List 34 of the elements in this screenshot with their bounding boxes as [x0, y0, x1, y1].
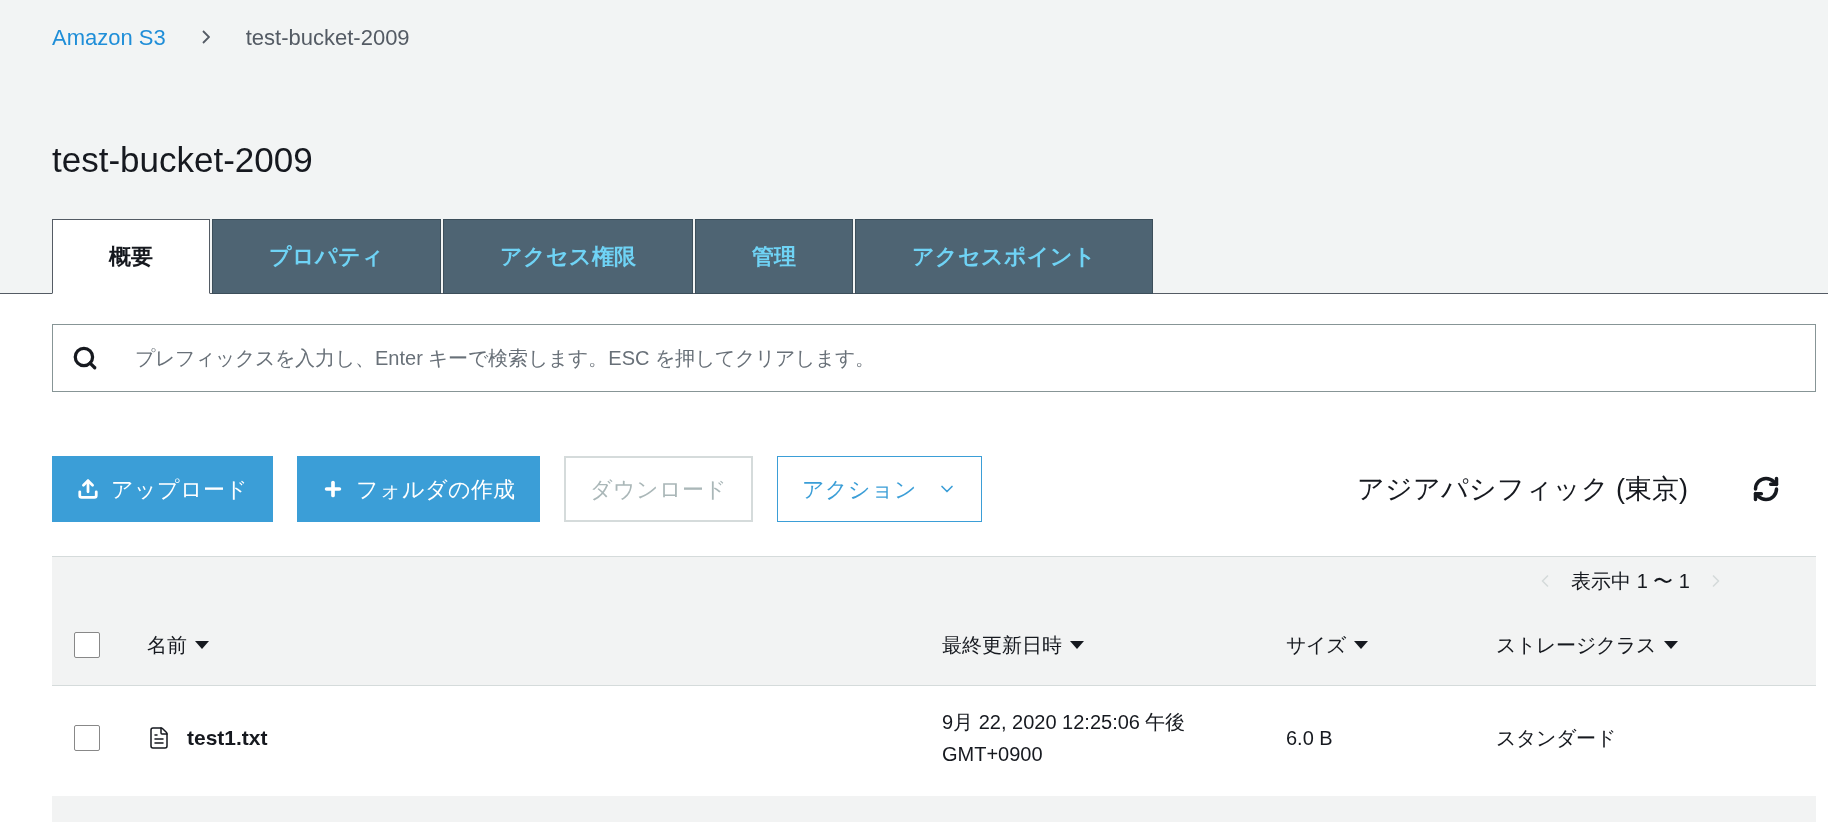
- separator-icon: [201, 30, 210, 44]
- page-title: test-bucket-2009: [52, 142, 314, 177]
- file-name-link[interactable]: test1.txt: [187, 722, 268, 754]
- table-cell-text: 6.0 B: [1286, 726, 1334, 751]
- table-cell-text: スタンダード: [1496, 726, 1617, 751]
- sort-caret-icon[interactable]: [1070, 640, 1084, 649]
- pagination-text: 表示中 1 〜 1: [1571, 568, 1690, 594]
- search-icon: [72, 345, 98, 371]
- actions-dropdown[interactable]: アクション: [777, 456, 982, 522]
- sort-caret-icon[interactable]: [1664, 640, 1678, 649]
- breadcrumb-link[interactable]: Amazon S3: [52, 20, 166, 54]
- checkbox[interactable]: [74, 631, 100, 658]
- plus-icon: [322, 478, 344, 500]
- checkbox[interactable]: [74, 725, 100, 751]
- tab[interactable]: アクセス権限: [443, 219, 693, 294]
- upload-icon: [77, 478, 99, 500]
- table-cell-text: 9月 22, 2020 12:25:06 午後 GMT+0900: [942, 710, 1187, 767]
- column-header[interactable]: サイズ: [1286, 629, 1346, 660]
- file-icon: [147, 726, 171, 750]
- column-header[interactable]: 名前: [147, 629, 187, 660]
- search-field[interactable]: プレフィックスを入力し、Enter キーで検索します。ESC を押してクリアします。: [52, 324, 1816, 392]
- region-label: アジアパシフィック (東京): [1356, 472, 1688, 506]
- toolbar-button[interactable]: アップロード: [52, 456, 273, 522]
- sort-caret-icon[interactable]: [195, 640, 209, 649]
- tab[interactable]: 管理: [695, 219, 853, 294]
- tab[interactable]: アクセスポイント: [855, 219, 1153, 294]
- column-header[interactable]: 最終更新日時: [942, 629, 1062, 660]
- tab[interactable]: プロパティ: [212, 219, 441, 294]
- sort-caret-icon[interactable]: [1354, 640, 1368, 649]
- refresh-icon[interactable]: [1752, 475, 1780, 503]
- toolbar-button[interactable]: フォルダの作成: [297, 456, 540, 522]
- breadcrumb-current: test-bucket-2009: [245, 23, 410, 52]
- column-header[interactable]: ストレージクラス: [1496, 629, 1656, 660]
- tab[interactable]: 概要: [52, 219, 210, 294]
